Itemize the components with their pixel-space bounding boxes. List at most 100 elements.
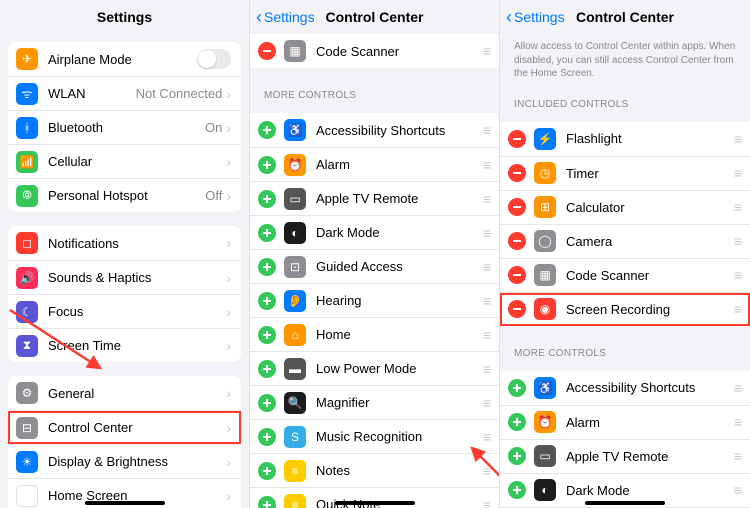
back-button[interactable]: ‹ Settings — [256, 8, 315, 26]
control-row[interactable]: 🔍Magnifier≡ — [250, 385, 499, 419]
add-button[interactable] — [258, 326, 276, 344]
control-row[interactable]: ◉Screen Recording≡ — [500, 292, 750, 326]
remove-button[interactable] — [258, 42, 276, 60]
drag-handle-icon[interactable]: ≡ — [483, 191, 489, 207]
add-button[interactable] — [258, 462, 276, 480]
control-row[interactable]: ♿Accessibility Shortcuts≡ — [250, 113, 499, 147]
drag-handle-icon[interactable]: ≡ — [483, 293, 489, 309]
row-detail: Off — [205, 188, 222, 203]
remove-button[interactable] — [508, 300, 526, 318]
add-button[interactable] — [258, 121, 276, 139]
settings-row[interactable]: ☀Display & Brightness› — [8, 444, 241, 478]
settings-row[interactable]: ⧗Screen Time› — [8, 328, 241, 362]
settings-row[interactable]: ✈Airplane Mode — [8, 42, 241, 76]
drag-handle-icon[interactable]: ≡ — [483, 157, 489, 173]
drag-handle-icon[interactable]: ≡ — [734, 301, 740, 317]
speaker-icon: 🔊 — [16, 267, 38, 289]
add-button[interactable] — [258, 224, 276, 242]
drag-handle-icon[interactable]: ≡ — [734, 482, 740, 498]
settings-row[interactable]: ⦾Personal HotspotOff› — [8, 178, 241, 212]
add-button[interactable] — [258, 428, 276, 446]
add-button[interactable] — [508, 447, 526, 465]
control-row[interactable]: ⊡Guided Access≡ — [250, 249, 499, 283]
control-row[interactable]: ⌂Home≡ — [250, 317, 499, 351]
row-detail: Not Connected — [136, 86, 223, 101]
add-button[interactable] — [258, 258, 276, 276]
settings-row[interactable]: ☾Focus› — [8, 294, 241, 328]
remove-button[interactable] — [508, 232, 526, 250]
control-row[interactable]: ⏰Alarm≡ — [250, 147, 499, 181]
add-button[interactable] — [258, 360, 276, 378]
link-icon: ⦾ — [16, 185, 38, 207]
home-indicator[interactable] — [585, 501, 665, 505]
drag-handle-icon[interactable]: ≡ — [734, 165, 740, 181]
remove-button[interactable] — [508, 198, 526, 216]
control-row[interactable]: ⏰Alarm≡ — [500, 405, 750, 439]
section-header-more: MORE CONTROLS — [500, 340, 750, 363]
control-center-screen-included: ‹ Settings Control Center Allow access t… — [500, 0, 750, 508]
control-row[interactable]: ≡Notes≡ — [250, 453, 499, 487]
add-button[interactable] — [258, 496, 276, 508]
group-included-tail: ▦Code Scanner≡ — [250, 34, 499, 68]
drag-handle-icon[interactable]: ≡ — [483, 43, 489, 59]
remove-button[interactable] — [508, 266, 526, 284]
drag-handle-icon[interactable]: ≡ — [734, 414, 740, 430]
drag-handle-icon[interactable]: ≡ — [483, 497, 489, 508]
control-row[interactable]: ▬Low Power Mode≡ — [250, 351, 499, 385]
add-button[interactable] — [508, 379, 526, 397]
settings-row[interactable]: ◻Notifications› — [8, 226, 241, 260]
remove-button[interactable] — [508, 130, 526, 148]
drag-handle-icon[interactable]: ≡ — [734, 131, 740, 147]
drag-handle-icon[interactable]: ≡ — [734, 199, 740, 215]
drag-handle-icon[interactable]: ≡ — [483, 395, 489, 411]
control-row[interactable]: ▦Code Scanner≡ — [500, 258, 750, 292]
bt-icon: ᚼ — [16, 117, 38, 139]
control-row[interactable]: ◯Camera≡ — [500, 224, 750, 258]
control-row[interactable]: ⚡Flashlight≡ — [500, 122, 750, 156]
control-row[interactable]: ◷Timer≡ — [500, 156, 750, 190]
drag-handle-icon[interactable]: ≡ — [734, 267, 740, 283]
settings-row[interactable]: ᚼBluetoothOn› — [8, 110, 241, 144]
add-button[interactable] — [508, 481, 526, 499]
home-indicator[interactable] — [85, 501, 165, 505]
control-row[interactable]: ♿Accessibility Shortcuts≡ — [500, 371, 750, 405]
control-row[interactable]: ◐Dark Mode≡ — [250, 215, 499, 249]
settings-row[interactable]: 🔊Sounds & Haptics› — [8, 260, 241, 294]
remove-button[interactable] — [508, 164, 526, 182]
control-row[interactable]: ▭Apple TV Remote≡ — [500, 439, 750, 473]
drag-handle-icon[interactable]: ≡ — [734, 233, 740, 249]
drag-handle-icon[interactable]: ≡ — [734, 448, 740, 464]
drag-handle-icon[interactable]: ≡ — [483, 225, 489, 241]
drag-handle-icon[interactable]: ≡ — [483, 429, 489, 445]
drag-handle-icon[interactable]: ≡ — [483, 361, 489, 377]
row-label: Alarm — [316, 157, 483, 172]
back-button[interactable]: ‹ Settings — [506, 8, 565, 26]
toggle[interactable] — [197, 49, 231, 69]
add-button[interactable] — [258, 292, 276, 310]
drag-handle-icon[interactable]: ≡ — [483, 259, 489, 275]
row-label: Dark Mode — [566, 483, 734, 498]
row-label: Notes — [316, 463, 483, 478]
control-row[interactable]: ▭Apple TV Remote≡ — [250, 181, 499, 215]
drag-handle-icon[interactable]: ≡ — [483, 122, 489, 138]
control-row[interactable]: ⊞Calculator≡ — [500, 190, 750, 224]
home-indicator[interactable] — [335, 501, 415, 505]
add-button[interactable] — [258, 156, 276, 174]
drag-handle-icon[interactable]: ≡ — [483, 463, 489, 479]
row-label: Apple TV Remote — [566, 449, 734, 464]
add-button[interactable] — [258, 394, 276, 412]
drag-handle-icon[interactable]: ≡ — [734, 380, 740, 396]
add-button[interactable] — [258, 190, 276, 208]
control-row[interactable]: SMusic Recognition≡ — [250, 419, 499, 453]
settings-row[interactable]: ⚙General› — [8, 376, 241, 410]
control-row[interactable]: 👂Hearing≡ — [250, 283, 499, 317]
settings-row[interactable]: ⊟Control Center› — [8, 410, 241, 444]
settings-row[interactable]: ᯤWLANNot Connected› — [8, 76, 241, 110]
wifi-icon: ᯤ — [16, 83, 38, 105]
add-button[interactable] — [508, 413, 526, 431]
row-label: Alarm — [566, 415, 734, 430]
row-label: Code Scanner — [566, 268, 734, 283]
drag-handle-icon[interactable]: ≡ — [483, 327, 489, 343]
control-row[interactable]: ▦Code Scanner≡ — [250, 34, 499, 68]
settings-row[interactable]: 📶Cellular› — [8, 144, 241, 178]
